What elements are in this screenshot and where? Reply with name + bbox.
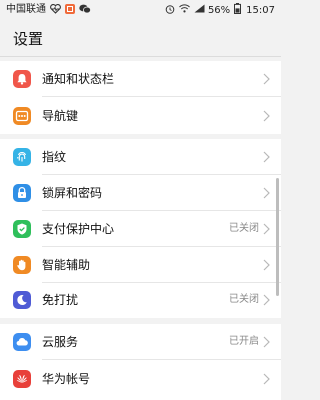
settings-item-value: 已关闭 — [229, 294, 259, 305]
chevron-right-icon — [263, 73, 270, 85]
settings-item-lock-screen[interactable]: 锁屏和密码 — [0, 175, 281, 211]
app-notification-icon — [65, 3, 75, 17]
chevron-right-icon — [263, 151, 270, 163]
settings-section-1: 通知和状态栏 导航键 — [0, 61, 281, 134]
settings-section-3: 云服务 已开启 华为帐号 — [0, 324, 281, 400]
wechat-icon — [79, 4, 91, 17]
row-divider — [42, 359, 281, 360]
navigation-key-icon — [13, 107, 31, 125]
battery-percent: 56% — [207, 4, 231, 16]
settings-item-value: 已关闭 — [229, 223, 259, 234]
settings-item-label: 华为帐号 — [42, 372, 91, 386]
alarm-icon — [165, 4, 175, 17]
shield-check-icon — [13, 220, 31, 238]
settings-item-value: 已开启 — [229, 336, 259, 347]
scrollbar[interactable] — [276, 178, 279, 296]
settings-item-label: 锁屏和密码 — [42, 186, 103, 200]
chevron-right-icon — [263, 294, 270, 306]
huawei-icon — [13, 370, 31, 388]
settings-item-payment-protection[interactable]: 支付保护中心 已关闭 — [0, 211, 281, 247]
settings-item-label: 指纹 — [42, 150, 67, 164]
lock-icon — [13, 184, 31, 202]
settings-item-label: 免打扰 — [42, 293, 79, 307]
settings-item-label: 支付保护中心 — [42, 222, 115, 236]
settings-item-fingerprint[interactable]: 指纹 — [0, 139, 281, 175]
cloud-icon — [13, 333, 31, 351]
fingerprint-icon — [13, 148, 31, 166]
settings-item-label: 导航键 — [42, 109, 79, 123]
settings-item-huawei-account[interactable]: 华为帐号 — [0, 361, 281, 397]
settings-screen: 中国联通 56% 15:07 设置 通知和状态栏 导航键 指纹 锁屏和密码 支付… — [0, 0, 281, 400]
page-header: 设置 — [0, 20, 281, 57]
settings-item-smart-assistance[interactable]: 智能辅助 — [0, 247, 281, 283]
clock-time: 15:07 — [246, 4, 275, 16]
chevron-right-icon — [263, 223, 270, 235]
chevron-right-icon — [263, 187, 270, 199]
battery-icon — [234, 3, 242, 17]
settings-item-label: 智能辅助 — [42, 258, 91, 272]
row-divider — [42, 96, 281, 97]
carrier-name: 中国联通 — [6, 4, 46, 15]
chevron-right-icon — [263, 259, 270, 271]
wifi-icon — [179, 4, 190, 16]
bell-icon — [13, 70, 31, 88]
settings-item-navigation-keys[interactable]: 导航键 — [0, 98, 281, 134]
chevron-right-icon — [263, 373, 270, 385]
page-title: 设置 — [13, 30, 44, 48]
status-right: 56% 15:07 — [161, 3, 275, 17]
heartbeat-icon — [50, 3, 61, 17]
hand-icon — [13, 256, 31, 274]
settings-section-2: 指纹 锁屏和密码 支付保护中心 已关闭 智能辅助 免打扰 已关闭 — [0, 139, 281, 318]
signal-icon — [194, 4, 205, 16]
chevron-right-icon — [263, 110, 270, 122]
settings-item-do-not-disturb[interactable]: 免打扰 已关闭 — [0, 282, 281, 318]
moon-icon — [13, 291, 31, 309]
settings-item-label: 云服务 — [42, 335, 79, 349]
status-bar: 中国联通 56% 15:07 — [0, 0, 281, 20]
status-left: 中国联通 — [6, 3, 91, 17]
settings-item-label: 通知和状态栏 — [42, 72, 115, 86]
settings-item-cloud-service[interactable]: 云服务 已开启 — [0, 324, 281, 360]
chevron-right-icon — [263, 336, 270, 348]
settings-item-notifications[interactable]: 通知和状态栏 — [0, 61, 281, 97]
